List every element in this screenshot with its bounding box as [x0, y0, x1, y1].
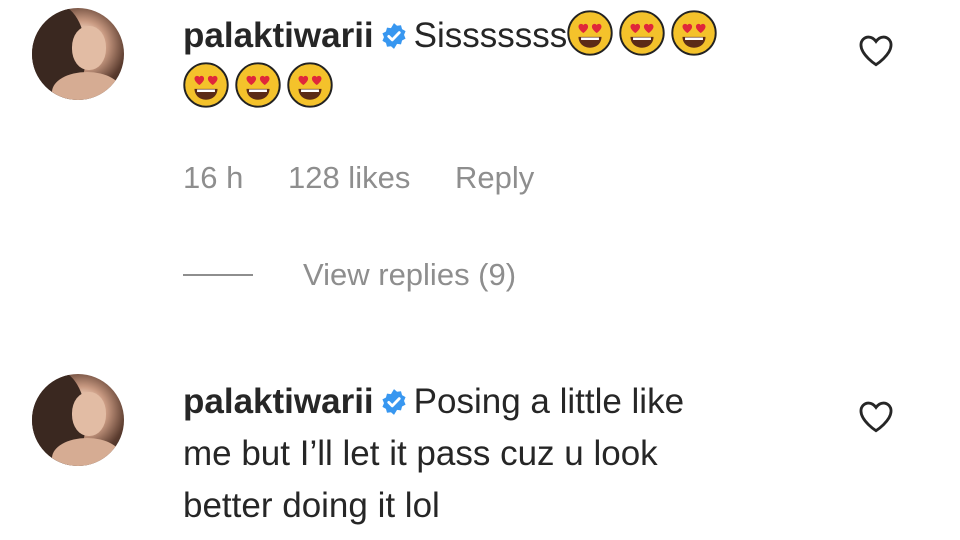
comment-text-line-2: me but I’ll let it pass cuz u look	[183, 434, 658, 473]
verified-badge-icon	[382, 389, 406, 415]
view-replies-button[interactable]: View replies (9)	[303, 257, 516, 293]
comment-text-block: palaktiwarii Posing a little like me but …	[183, 376, 823, 532]
comment-text-line-1: Posing a little like	[413, 382, 685, 421]
view-replies-row[interactable]: View replies (9)	[183, 257, 516, 293]
heart-eyes-emoji-icon	[671, 10, 717, 56]
verified-badge-icon	[382, 23, 406, 49]
heart-eyes-emoji-icon	[287, 62, 333, 108]
username-link[interactable]: palaktiwarii	[183, 382, 374, 421]
heart-eyes-emoji-icon	[619, 10, 665, 56]
timestamp: 16 h	[183, 160, 244, 195]
comment-text: Sisssssss	[413, 16, 568, 55]
likes-count[interactable]: 128 likes	[288, 160, 410, 195]
heart-eyes-emoji-icon	[235, 62, 281, 108]
avatar[interactable]	[32, 8, 124, 100]
username-link[interactable]: palaktiwarii	[183, 16, 374, 55]
avatar[interactable]	[32, 374, 124, 466]
comment-text-line-3: better doing it lol	[183, 486, 440, 525]
reply-button[interactable]: Reply	[455, 160, 534, 195]
comment-meta: 16 h 128 likes Reply	[183, 160, 570, 196]
heart-eyes-emoji-icon	[567, 10, 613, 56]
divider-line	[183, 274, 253, 276]
comment-text-block: palaktiwarii Sisssssss	[183, 10, 823, 114]
like-heart-icon[interactable]	[857, 398, 895, 434]
heart-eyes-emoji-icon	[183, 62, 229, 108]
like-heart-icon[interactable]	[857, 32, 895, 68]
